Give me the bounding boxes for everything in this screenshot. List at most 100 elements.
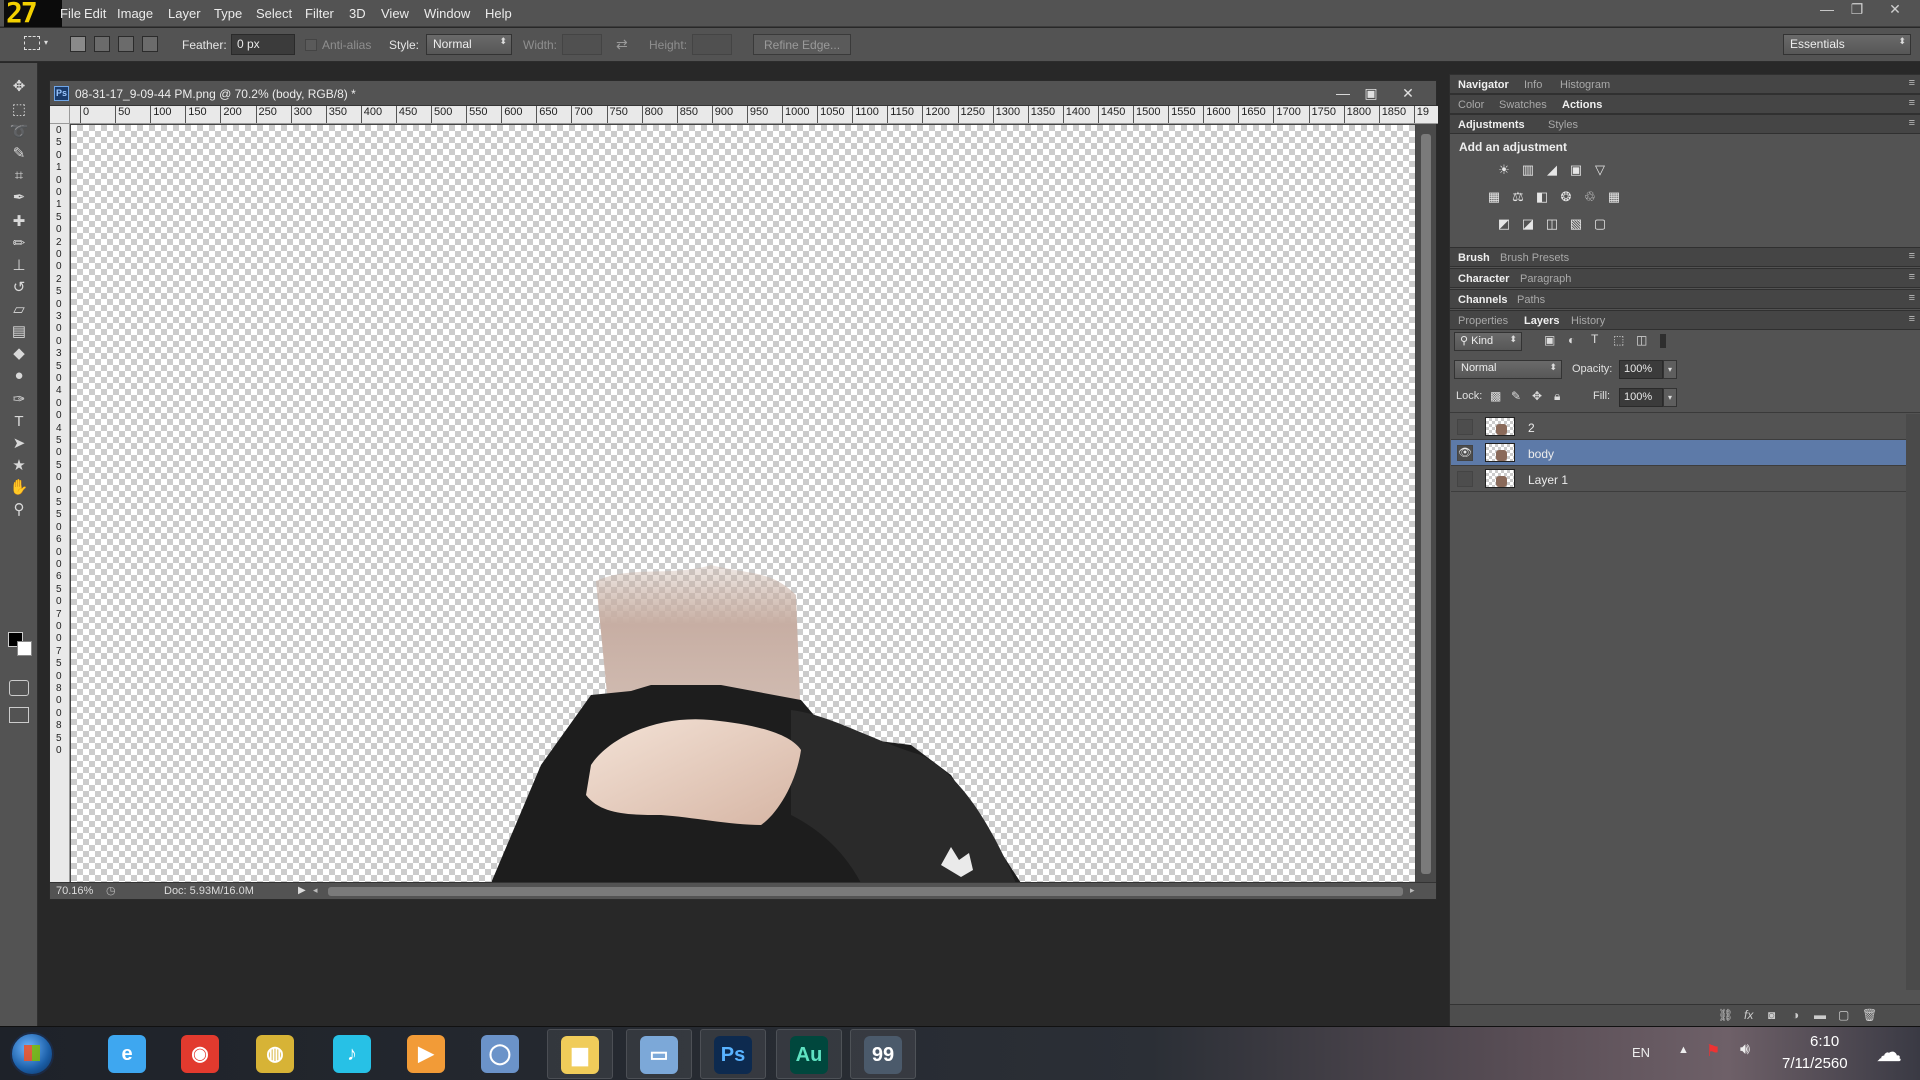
adjustment-icon[interactable]: ▢ — [1591, 216, 1609, 232]
hand-tool-icon[interactable]: ✋ — [7, 477, 31, 499]
eyedropper-tool-icon[interactable]: ✒ — [7, 187, 31, 209]
fill-input[interactable]: 100% — [1619, 388, 1663, 407]
gradient-tool-icon[interactable]: ▤ — [7, 321, 31, 343]
background-color-swatch[interactable] — [17, 641, 32, 656]
clone-stamp-tool-icon[interactable]: ⊥ — [7, 255, 31, 277]
lock-position-icon[interactable]: ✥ — [1532, 389, 1542, 403]
lock-transparent-icon[interactable]: ▩ — [1490, 389, 1501, 403]
weather-cloud-icon[interactable]: ☁ — [1876, 1037, 1902, 1068]
tab-swatches[interactable]: Swatches — [1499, 99, 1547, 111]
shape-filter-icon[interactable]: ⬚ — [1613, 333, 1624, 347]
smart-object-filter-icon[interactable]: ◫ — [1636, 333, 1647, 347]
menu-select[interactable]: Select — [256, 6, 292, 21]
menu-layer[interactable]: Layer — [168, 6, 201, 21]
taskbar-app-music-app[interactable]: ♪ — [320, 1029, 386, 1079]
taskbar-app-weibo-app[interactable]: ◉ — [168, 1029, 234, 1079]
menu-type[interactable]: Type — [214, 6, 242, 21]
blend-mode-select[interactable]: Normal ⬍ — [1454, 360, 1562, 379]
tab-brush[interactable]: Brush — [1458, 252, 1490, 264]
adjustment-icon[interactable]: ♲ — [1581, 189, 1599, 205]
pen-tool-icon[interactable]: ✑ — [7, 389, 31, 411]
status-menu-arrow-icon[interactable]: ▶ — [298, 885, 306, 896]
lasso-tool-icon[interactable]: ➰ — [7, 121, 31, 143]
workspace-select[interactable]: Essentials ⬍ — [1783, 34, 1911, 55]
adjustment-icon[interactable]: ⚖ — [1509, 189, 1527, 205]
pixel-filter-icon[interactable]: ▣ — [1544, 333, 1555, 347]
panel-menu-icon[interactable]: ≡ — [1909, 292, 1915, 304]
layers-scrollbar[interactable] — [1906, 414, 1920, 990]
refine-edge-button[interactable]: Refine Edge... — [753, 34, 852, 55]
doc-minimize-icon[interactable]: — — [1329, 83, 1357, 103]
healing-brush-tool-icon[interactable]: ✚ — [7, 211, 31, 233]
swap-icon[interactable]: ⇄ — [616, 36, 628, 53]
anti-alias-checkbox[interactable] — [305, 39, 317, 51]
layer-row[interactable]: 👁︎ body — [1451, 440, 1906, 466]
tab-paragraph[interactable]: Paragraph — [1520, 273, 1571, 285]
restore-icon[interactable]: ❐ — [1842, 0, 1872, 20]
add-selection-icon[interactable] — [94, 36, 110, 52]
filter-toggle[interactable] — [1660, 334, 1666, 348]
adjustment-icon[interactable]: ▦ — [1605, 189, 1623, 205]
adjustment-icon[interactable]: ❂ — [1557, 189, 1575, 205]
new-adjustment-icon[interactable]: ◑ — [1792, 1008, 1799, 1022]
tab-history[interactable]: History — [1571, 315, 1605, 327]
taskbar-app-audition[interactable]: Au — [776, 1029, 842, 1079]
tab-color[interactable]: Color — [1458, 99, 1484, 111]
adjustment-icon[interactable]: ▽ — [1591, 162, 1609, 178]
lock-all-icon[interactable]: 🔒︎ — [1554, 389, 1560, 404]
menu-image[interactable]: Image — [117, 6, 153, 21]
layer-row[interactable]: Layer 1 — [1451, 466, 1906, 492]
chevron-down-icon[interactable]: ▾ — [44, 38, 48, 47]
taskbar-app-file-explorer[interactable]: ▆ — [547, 1029, 613, 1079]
menu-3d[interactable]: 3D — [349, 6, 366, 21]
horizontal-scroll-thumb[interactable] — [328, 887, 1403, 896]
dodge-tool-icon[interactable]: ● — [7, 365, 31, 387]
delete-layer-icon[interactable]: 🗑︎ — [1862, 1008, 1877, 1022]
quick-mask-icon[interactable] — [9, 680, 29, 696]
tab-actions[interactable]: Actions — [1562, 99, 1602, 111]
width-input[interactable] — [562, 34, 602, 55]
tab-properties[interactable]: Properties — [1458, 315, 1508, 327]
adjustment-icon[interactable]: ◧ — [1533, 189, 1551, 205]
adjustment-filter-icon[interactable]: ◐ — [1568, 333, 1575, 347]
taskbar-app-photoshop[interactable]: Ps — [700, 1029, 766, 1079]
blur-tool-icon[interactable]: ◆ — [7, 343, 31, 365]
adjustment-icon[interactable]: ▧ — [1567, 216, 1585, 232]
tab-histogram[interactable]: Histogram — [1560, 79, 1610, 91]
taskbar-app-browser-app[interactable]: ◯ — [468, 1029, 534, 1079]
adjustment-icon[interactable]: ◫ — [1543, 216, 1561, 232]
height-input[interactable] — [692, 34, 732, 55]
layer-thumbnail[interactable] — [1485, 417, 1515, 436]
ruler-origin[interactable] — [50, 106, 70, 124]
tab-info[interactable]: Info — [1524, 79, 1542, 91]
clock-date[interactable]: 7/11/2560 — [1782, 1055, 1848, 1072]
type-filter-icon[interactable]: T — [1591, 332, 1598, 346]
new-layer-icon[interactable]: ▢ — [1838, 1008, 1849, 1022]
layer-thumbnail[interactable] — [1485, 469, 1515, 488]
taskbar-app-media-player[interactable]: ▶ — [394, 1029, 460, 1079]
new-selection-icon[interactable] — [70, 36, 86, 52]
document-titlebar[interactable]: Ps 08-31-17_9-09-44 PM.png @ 70.2% (body… — [50, 81, 1436, 106]
menu-filter[interactable]: Filter — [305, 6, 334, 21]
adjustment-icon[interactable]: ▦ — [1485, 189, 1503, 205]
menu-help[interactable]: Help — [485, 6, 512, 21]
feather-input[interactable]: 0 px — [231, 34, 295, 55]
horizontal-ruler[interactable]: 0 50 100 150 200 250 300 350 400 450 500 550 600 650 7… — [70, 106, 1438, 124]
visibility-eye-icon[interactable] — [1457, 419, 1473, 435]
type-tool-icon[interactable]: T — [7, 411, 31, 433]
minimize-icon[interactable]: — — [1812, 0, 1842, 20]
taskbar-app-chrome-app[interactable]: ◍ — [243, 1029, 309, 1079]
adjustment-icon[interactable]: ◩ — [1495, 216, 1513, 232]
intersect-selection-icon[interactable] — [142, 36, 158, 52]
tab-navigator[interactable]: Navigator — [1458, 79, 1509, 91]
opacity-input[interactable]: 100% — [1619, 360, 1663, 379]
layer-style-icon[interactable]: fx — [1744, 1008, 1753, 1022]
opacity-dropdown-icon[interactable]: ▾ — [1663, 360, 1677, 379]
marquee-tool-icon[interactable]: ⬚ — [7, 99, 31, 121]
crop-tool-icon[interactable]: ⌗ — [7, 165, 31, 187]
tab-adjustments[interactable]: Adjustments — [1458, 119, 1525, 131]
layer-name[interactable]: Layer 1 — [1528, 473, 1568, 487]
shape-tool-icon[interactable]: ★ — [7, 455, 31, 477]
panel-menu-icon[interactable]: ≡ — [1909, 250, 1915, 262]
screen-mode-icon[interactable] — [9, 707, 29, 723]
